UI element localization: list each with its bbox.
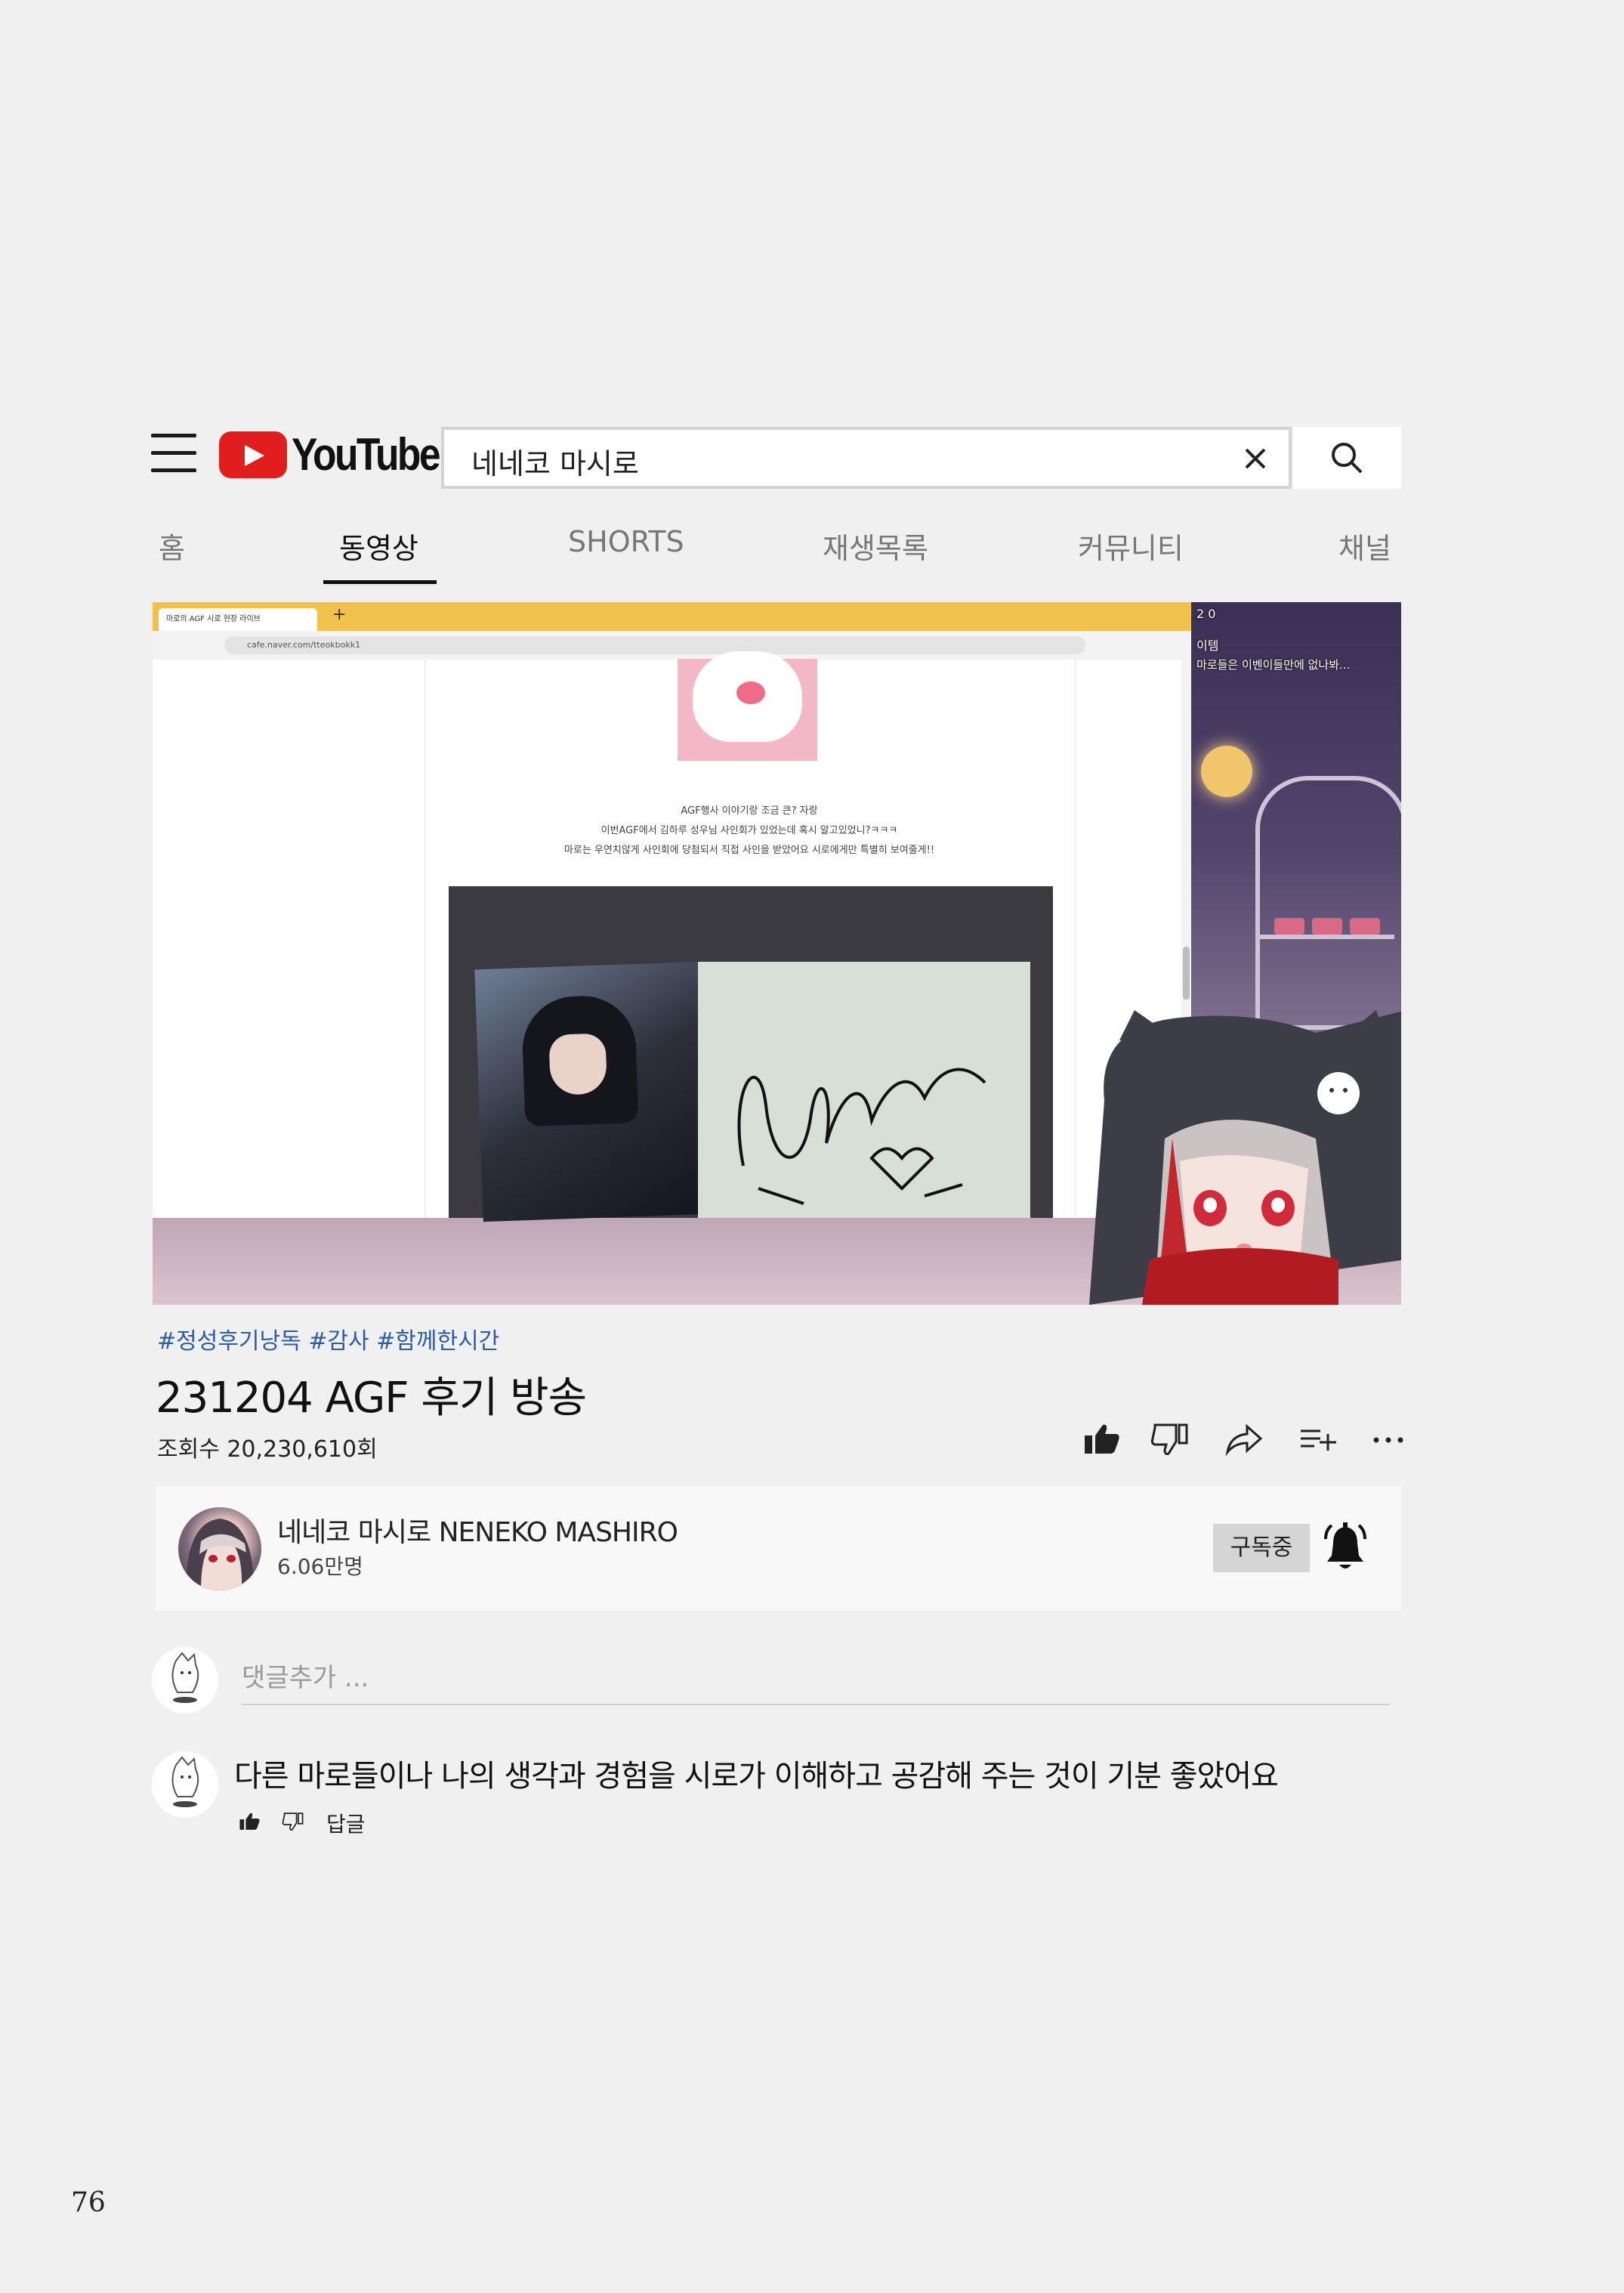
comment-input[interactable]: 댓글추가 ... xyxy=(242,1651,1390,1705)
comment-like-icon[interactable] xyxy=(237,1810,261,1833)
overlay-text: 이템 xyxy=(1196,638,1219,653)
more-icon[interactable] xyxy=(1367,1420,1409,1458)
post-line: 마로는 우연치않게 사인회에 당첨되서 직접 사인을 받았어요 시로에게만 특별… xyxy=(563,845,935,856)
user-avatar xyxy=(152,1647,218,1714)
commenter-avatar[interactable] xyxy=(152,1751,218,1818)
search-icon xyxy=(1332,443,1363,474)
hashtags[interactable]: #정성후기낭독 #감사 #함께한시간 xyxy=(157,1322,499,1355)
add-to-playlist-icon[interactable] xyxy=(1298,1420,1340,1458)
menu-icon[interactable] xyxy=(151,434,196,473)
channel-avatar[interactable] xyxy=(178,1507,261,1590)
video-thumbnail[interactable]: 2 0 이템 마로들은 이벤이들만에 없나봐... 마로의 AGF 시로 현장 … xyxy=(153,602,1401,1305)
vtuber-avatar xyxy=(1089,1010,1401,1305)
subscribed-button[interactable]: 구독중 xyxy=(1213,1524,1310,1572)
embedded-browser: 마로의 AGF 시로 현장 라이브 + cafe.naver.com/tteok… xyxy=(153,602,1191,1222)
dislike-icon[interactable] xyxy=(1149,1420,1191,1458)
logo-text: YouTube xyxy=(292,429,441,480)
overlay-text: 2 0 xyxy=(1196,607,1216,621)
tab-home[interactable]: 홈 xyxy=(159,525,185,567)
tab-community[interactable]: 커뮤니티 xyxy=(1078,525,1184,567)
channel-card[interactable]: 네네코 마시로 NENEKO MASHIRO 6.06만명 구독중 xyxy=(156,1486,1401,1611)
moon xyxy=(1201,746,1252,797)
channel-name[interactable]: 네네코 마시로 NENEKO MASHIRO xyxy=(277,1510,678,1550)
new-tab-icon: + xyxy=(332,605,347,624)
tab-playlists[interactable]: 재생목록 xyxy=(823,525,928,567)
character-card xyxy=(474,961,710,1222)
close-icon[interactable] xyxy=(1239,442,1272,475)
search-button[interactable] xyxy=(1293,427,1401,489)
tab-shorts[interactable]: SHORTS xyxy=(568,525,684,558)
tab-videos[interactable]: 동영상 xyxy=(339,525,418,567)
search-input[interactable]: 네네코 마시로 xyxy=(441,427,1292,489)
comment-text: 다른 마로들이나 나의 생각과 경험을 시로가 이해하고 공감해 주는 것이 기… xyxy=(234,1759,1279,1794)
comment-dislike-icon[interactable] xyxy=(281,1810,305,1833)
comment-placeholder: 댓글추가 ... xyxy=(242,1663,369,1693)
post-line: 이번AGF에서 김하루 성우님 사인회가 있었는데 혹시 알고있었니?ㅋㅋㅋ xyxy=(601,825,898,836)
post-line: AGF행사 이야기랑 조금 큰? 자랑 xyxy=(681,805,818,817)
bell-icon[interactable] xyxy=(1323,1522,1368,1572)
like-icon[interactable] xyxy=(1080,1420,1122,1458)
overlay-text: 마로들은 이벤이들만에 없나봐... xyxy=(1196,658,1351,672)
active-tab-indicator xyxy=(323,580,437,584)
tab-channel[interactable]: 채널 xyxy=(1338,525,1391,567)
reply-button[interactable]: 답글 xyxy=(326,1808,366,1838)
search-query: 네네코 마시로 xyxy=(471,447,639,481)
subscriber-count: 6.06만명 xyxy=(277,1554,363,1579)
address-bar: cafe.naver.com/tteokbokk1 xyxy=(224,636,1085,654)
autograph-photo xyxy=(449,886,1053,1222)
signature xyxy=(737,1068,986,1205)
share-icon[interactable] xyxy=(1223,1420,1265,1458)
signed-board xyxy=(698,962,1030,1218)
sticker-image xyxy=(678,651,817,761)
page-number: 76 xyxy=(71,2187,106,2218)
view-count: 조회수 20,230,610회 xyxy=(157,1436,378,1463)
play-icon xyxy=(219,431,287,478)
youtube-logo[interactable]: YouTube xyxy=(219,428,441,480)
browser-tab: 마로의 AGF 시로 현장 라이브 xyxy=(159,608,317,631)
video-title: 231204 AGF 후기 방송 xyxy=(156,1374,587,1423)
